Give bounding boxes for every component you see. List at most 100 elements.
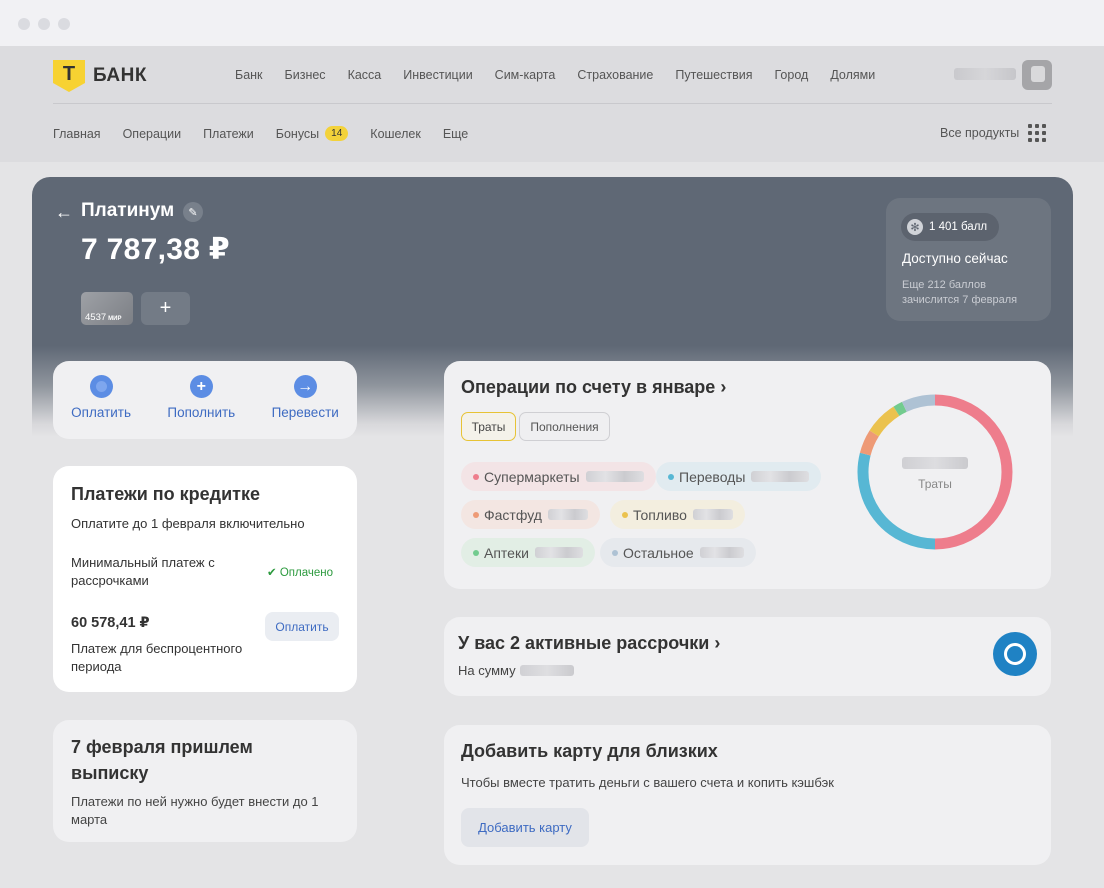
- sub-nav-item-wallet[interactable]: Кошелек: [370, 127, 421, 141]
- action-label: Перевести: [271, 405, 339, 420]
- credit-payments-card: Платежи по кредитке Оплатите до 1 феврал…: [53, 466, 357, 692]
- amount-blurred: [547, 509, 588, 520]
- donut-slice: [934, 394, 1013, 550]
- sub-nav-item-main[interactable]: Главная: [53, 127, 101, 141]
- statement-card: 7 февраля пришлем выписку Платежи по ней…: [53, 720, 357, 842]
- paid-status-text: Оплачено: [279, 567, 334, 579]
- family-title: Добавить карту для близких: [461, 741, 718, 761]
- pencil-icon[interactable]: ✎: [183, 202, 203, 222]
- category-chip[interactable]: Топливо: [610, 500, 745, 529]
- top-nav-item[interactable]: Страхование: [577, 68, 653, 82]
- top-nav-item[interactable]: Город: [775, 68, 809, 82]
- category-name: Топливо: [633, 506, 687, 523]
- window-dot-icon: [58, 18, 70, 30]
- category-dot: [473, 473, 479, 480]
- account-name: Платинум: [81, 200, 175, 221]
- points-pill: ✻ 1 401 балл: [901, 213, 1000, 241]
- installments-sum: На сумму: [458, 663, 574, 678]
- check-icon: ✔: [267, 567, 280, 579]
- category-dot: [473, 511, 479, 518]
- donut-slice: [859, 430, 879, 456]
- bonus-count-badge: 14: [325, 126, 349, 141]
- plus-icon: +: [189, 375, 213, 398]
- category-chip[interactable]: Остальное: [600, 538, 756, 567]
- top-nav-item[interactable]: Касса: [348, 68, 382, 82]
- credit-deadline: Оплатите до 1 февраля включительно: [71, 516, 305, 531]
- installments-title: У вас 2 активные рассрочки ›: [458, 633, 720, 654]
- arrow-right-icon: →: [293, 375, 317, 398]
- add-family-card-button[interactable]: Добавить карту: [461, 808, 589, 847]
- credit-title: Платежи по кредитке: [71, 484, 261, 504]
- circle-icon: [89, 375, 113, 398]
- operations-title[interactable]: Операции по счету в январе ›: [461, 377, 726, 398]
- tab-spending[interactable]: Траты: [461, 412, 516, 441]
- top-nav-item[interactable]: Сим-карта: [495, 68, 556, 82]
- amount-blurred: [692, 509, 733, 520]
- top-nav-item[interactable]: Инвестиции: [403, 68, 472, 82]
- payment-amount-desc: Платеж для беспроцентного периода: [71, 641, 243, 674]
- category-chip[interactable]: Переводы: [656, 462, 822, 491]
- sub-nav-label: Платежи: [203, 126, 254, 141]
- arrow-left-icon[interactable]: ←: [55, 202, 73, 223]
- gear-icon: ✻: [907, 219, 923, 235]
- amount-blurred: [585, 471, 644, 482]
- category-name: Остальное: [623, 544, 694, 561]
- category-chip[interactable]: Супермаркеты: [461, 462, 656, 491]
- installments-card[interactable]: У вас 2 активные рассрочки › На сумму: [444, 617, 1051, 696]
- points-pending: Еще 212 баллов зачислится 7 февраля: [902, 279, 1018, 306]
- operations-title-text: Операции по счету в январе: [461, 377, 716, 397]
- operations-card: Операции по счету в январе › Траты Попол…: [444, 361, 1051, 589]
- category-name: Переводы: [679, 468, 746, 485]
- top-nav-item[interactable]: Банк: [235, 68, 263, 82]
- avatar[interactable]: [1022, 60, 1052, 90]
- tab-topups[interactable]: Пополнения: [519, 412, 610, 441]
- category-dot: [473, 549, 479, 556]
- pay-button[interactable]: Оплатить: [265, 612, 339, 641]
- amount-blurred: [519, 665, 574, 676]
- chevron-right-icon: ›: [714, 633, 721, 653]
- sub-nav-item-operations[interactable]: Операции: [123, 127, 181, 141]
- top-nav: Банк Бизнес Касса Инвестиции Сим-карта С…: [235, 68, 897, 82]
- donut-slice: [893, 401, 907, 416]
- apps-grid-icon[interactable]: [1028, 124, 1046, 142]
- amount-blurred: [534, 547, 583, 558]
- sub-nav-label: Кошелек: [370, 126, 421, 141]
- add-card-button[interactable]: +: [141, 292, 190, 325]
- sub-nav-item-bonuses[interactable]: Бонусы 14: [276, 126, 349, 141]
- site-header: [0, 46, 1104, 162]
- statement-title: 7 февраля пришлем выписку: [71, 737, 253, 783]
- family-card-promo: Добавить карту для близких Чтобы вместе …: [444, 725, 1051, 865]
- family-desc: Чтобы вместе тратить деньги с вашего сче…: [461, 775, 834, 790]
- all-products-link[interactable]: Все продукты: [940, 126, 1019, 140]
- category-dot: [622, 511, 628, 518]
- sub-nav: Главная Операции Платежи Бонусы 14 Кошеле…: [53, 126, 490, 141]
- card-system: МИР: [108, 316, 122, 322]
- installments-title-text: У вас 2 активные рассрочки: [458, 633, 710, 653]
- donut-slice: [902, 394, 936, 412]
- card-thumbnail[interactable]: 4537 МИР: [81, 292, 133, 325]
- spending-donut-chart[interactable]: [855, 392, 1015, 552]
- installment-icon: [993, 632, 1037, 676]
- pay-action-button[interactable]: Оплатить: [71, 375, 131, 420]
- logo-shield-icon: Т: [53, 60, 85, 92]
- transfer-action-button[interactable]: → Перевести: [272, 375, 339, 420]
- top-nav-item[interactable]: Долями: [830, 68, 875, 82]
- paid-status: ✔ Оплачено: [267, 565, 333, 579]
- user-name-blurred[interactable]: [954, 68, 1016, 80]
- top-nav-item[interactable]: Путешествия: [675, 68, 752, 82]
- window-chrome: [0, 0, 1104, 46]
- category-chip[interactable]: Фастфуд: [461, 500, 600, 529]
- sum-label: На сумму: [458, 663, 516, 678]
- points-available: Доступно сейчас: [902, 251, 1008, 266]
- topup-action-button[interactable]: + Пополнить: [167, 375, 235, 420]
- action-label: Пополнить: [167, 405, 236, 420]
- chevron-right-icon: ›: [720, 377, 727, 397]
- top-nav-item[interactable]: Бизнес: [285, 68, 326, 82]
- sub-nav-item-payments[interactable]: Платежи: [203, 127, 254, 141]
- sub-nav-item-more[interactable]: Еще: [443, 127, 468, 141]
- points-widget[interactable]: ✻ 1 401 балл Доступно сейчас Еще 212 бал…: [886, 198, 1051, 321]
- donut-slice: [869, 406, 900, 437]
- category-chip[interactable]: Аптеки: [461, 538, 595, 567]
- bank-logo[interactable]: Т БАНК: [53, 60, 147, 92]
- sub-nav-label: Главная: [53, 126, 101, 141]
